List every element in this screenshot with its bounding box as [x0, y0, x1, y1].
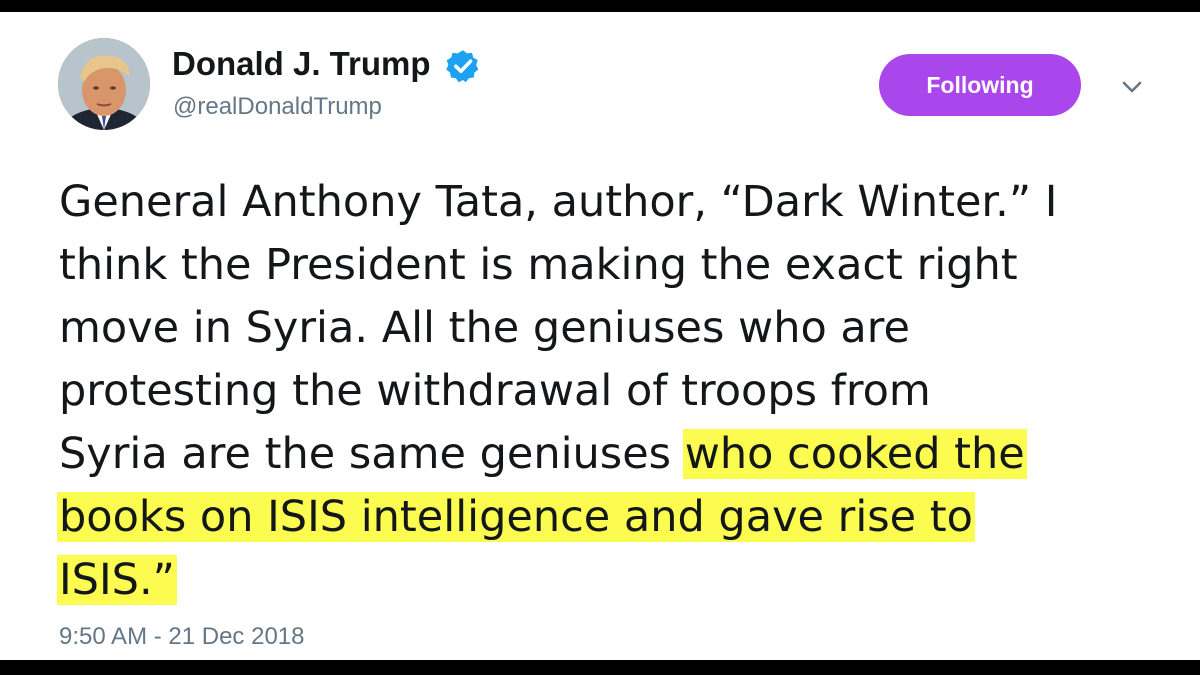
tweet-text-segment: Syria are the same geniuses	[59, 429, 685, 479]
highlighted-text: books on ISIS intelligence and gave rise…	[57, 492, 975, 542]
tweet-line: books on ISIS intelligence and gave rise…	[57, 486, 1169, 549]
tweet-text-segment: protesting the withdrawal of troops from	[59, 366, 931, 416]
tweet-text-segment: General Anthony Tata, author, “Dark Wint…	[59, 177, 1058, 227]
verified-badge-icon	[446, 50, 479, 83]
tweet-line: think the President is making the exact …	[59, 234, 1169, 297]
tweet-timestamp[interactable]: 9:50 AM - 21 Dec 2018	[59, 622, 304, 652]
tweet-card: Donald J. Trump @realDonaldTrump Followi…	[0, 12, 1200, 660]
tweet-line: Syria are the same geniuses who cooked t…	[59, 423, 1169, 486]
profile-photo-icon	[58, 38, 150, 130]
tweet-line: move in Syria. All the geniuses who are	[59, 297, 1169, 360]
tweet-line: General Anthony Tata, author, “Dark Wint…	[59, 171, 1169, 234]
avatar[interactable]	[58, 38, 150, 130]
highlighted-text: who cooked the	[682, 429, 1027, 479]
tweet-text: General Anthony Tata, author, “Dark Wint…	[57, 171, 1169, 612]
tweet-text-segment: think the President is making the exact …	[59, 240, 1018, 290]
tweet-line: ISIS.”	[57, 549, 1169, 612]
following-button[interactable]: Following	[879, 54, 1081, 116]
tweet-line: protesting the withdrawal of troops from	[59, 360, 1169, 423]
author-handle[interactable]: @realDonaldTrump	[173, 92, 382, 122]
tweet-text-segment: move in Syria. All the geniuses who are	[59, 303, 910, 353]
highlighted-text: ISIS.”	[57, 555, 177, 605]
author-name[interactable]: Donald J. Trump	[172, 44, 431, 84]
chevron-down-icon[interactable]	[1115, 72, 1149, 102]
